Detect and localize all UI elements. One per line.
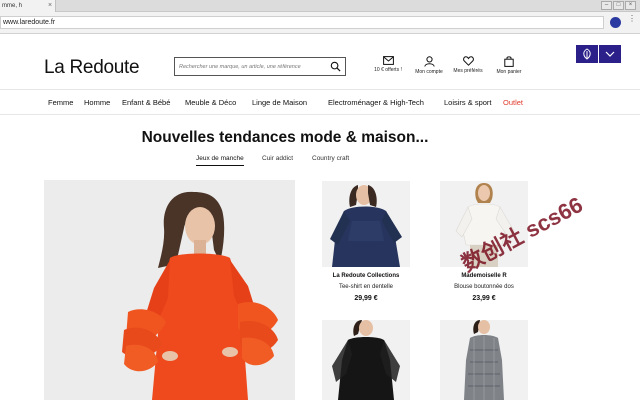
product-photo xyxy=(440,320,528,400)
search-icon[interactable] xyxy=(330,61,341,72)
browser-toolbar: www.laredoute.fr ⋮ xyxy=(0,12,640,34)
product-image[interactable] xyxy=(322,181,410,267)
category-nav: Femme Homme Enfant & Bébé Meuble & Déco … xyxy=(0,89,640,115)
product-price: 23,99 € xyxy=(472,295,496,302)
nav-item-enfant[interactable]: Enfant & Bébé xyxy=(122,98,170,107)
hero-photo xyxy=(44,180,295,400)
product-card[interactable]: La Redoute Collections Tee-shirt en dent… xyxy=(322,181,410,306)
nav-item-loisirs[interactable]: Loisirs & sport xyxy=(444,98,492,107)
nav-item-linge[interactable]: Linge de Maison xyxy=(252,98,307,107)
product-image[interactable] xyxy=(322,320,410,400)
browser-tabstrip: mme, h × – □ × xyxy=(0,0,640,12)
header-cart-link[interactable]: Mon panier xyxy=(484,56,534,75)
mail-icon xyxy=(382,56,394,65)
bag-icon xyxy=(504,56,514,67)
brand-logo-button[interactable] xyxy=(576,45,598,63)
nav-item-femme[interactable]: Femme xyxy=(48,98,73,107)
product-photo xyxy=(322,320,410,400)
tab-jeux-de-manche[interactable]: Jeux de manche xyxy=(196,155,244,166)
product-brand: La Redoute Collections xyxy=(332,273,400,279)
product-card[interactable] xyxy=(440,320,528,400)
minimize-icon[interactable]: – xyxy=(601,1,612,10)
nav-item-electromenager[interactable]: Electroménager & High-Tech xyxy=(328,98,424,107)
product-description: Blouse boutonnée dos xyxy=(454,284,514,290)
product-price: 29,99 € xyxy=(354,295,378,302)
close-icon[interactable]: × xyxy=(48,0,52,12)
product-image[interactable] xyxy=(440,320,528,400)
site-logo[interactable]: La Redoute xyxy=(44,57,140,79)
close-window-icon[interactable]: × xyxy=(625,1,636,10)
maximize-icon[interactable]: □ xyxy=(613,1,624,10)
nav-item-outlet[interactable]: Outlet xyxy=(503,98,523,107)
product-card[interactable] xyxy=(322,320,410,400)
header-cart-label: Mon panier xyxy=(496,69,522,75)
page: mme, h × – □ × www.laredoute.fr ⋮ La Red… xyxy=(0,0,640,400)
leaf-icon xyxy=(583,48,591,60)
page-title: Nouvelles tendances mode & maison... xyxy=(141,129,429,146)
product-photo xyxy=(322,181,410,267)
chevron-down-icon xyxy=(605,51,615,57)
brand-buttons xyxy=(576,45,621,63)
hero-image[interactable] xyxy=(44,180,295,400)
heart-icon xyxy=(462,56,474,66)
tab-country-craft[interactable]: Country craft xyxy=(312,155,349,165)
brand-dropdown-button[interactable] xyxy=(599,45,621,63)
browser-tab[interactable]: mme, h × xyxy=(0,0,56,12)
search-input[interactable] xyxy=(175,58,325,75)
address-bar[interactable]: www.laredoute.fr xyxy=(0,16,604,29)
window-controls: – □ × xyxy=(601,1,636,10)
user-icon xyxy=(423,56,435,67)
nav-item-homme[interactable]: Homme xyxy=(84,98,110,107)
search-box xyxy=(174,57,346,76)
url-text: www.laredoute.fr xyxy=(3,19,56,26)
product-description: Tee-shirt en dentelle xyxy=(338,284,394,290)
browser-menu-icon[interactable]: ⋮ xyxy=(628,15,636,29)
extension-icon[interactable] xyxy=(610,17,621,28)
tab-cuir-addict[interactable]: Cuir addict xyxy=(262,155,293,165)
browser-tab-title: mme, h xyxy=(2,3,23,9)
nav-item-meuble[interactable]: Meuble & Déco xyxy=(185,98,236,107)
